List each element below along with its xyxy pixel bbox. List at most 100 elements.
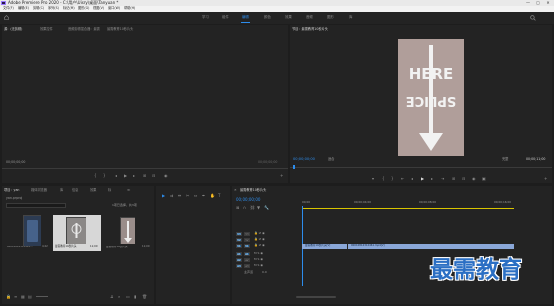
media-name[interactable]: 00010814312461... [7, 246, 37, 249]
workspace-graphics[interactable]: 图形 [327, 15, 334, 19]
source-scrubber[interactable] [2, 168, 288, 169]
step-forward-icon[interactable]: ▸ [431, 176, 433, 181]
track-header-a3[interactable]: A3 [244, 264, 250, 268]
menu-edit[interactable]: 编辑(E) [18, 6, 29, 10]
play-icon[interactable]: ▶ [124, 173, 127, 178]
nest-icon[interactable]: ⊠ [236, 205, 239, 210]
export-frame-icon[interactable]: ◉ [164, 173, 168, 178]
find-icon[interactable]: ⌕ [118, 294, 120, 299]
timeline-close-icon[interactable]: ✕ [234, 188, 237, 192]
icon-view-icon[interactable]: ▦ [21, 294, 25, 299]
settings-icon[interactable]: + [280, 173, 283, 178]
track-header-v3[interactable]: V3 [244, 232, 250, 236]
sequence-thumbnail-2[interactable] [120, 217, 135, 244]
go-to-in-icon[interactable]: ⇤ [401, 176, 404, 181]
mark-in-icon[interactable]: { [94, 173, 97, 178]
timeline-clip-v1-b[interactable]: 00010814312461.mp4[V] [348, 244, 514, 249]
menu-graphics[interactable]: 图形(G) [78, 6, 89, 10]
selection-tool-icon[interactable]: ▶ [162, 193, 165, 198]
track-target-v3[interactable]: V3 [236, 232, 242, 236]
pen-tool-icon[interactable]: ✒ [202, 193, 205, 198]
tab-sequence[interactable]: 最需教育10秒片头 [240, 188, 266, 192]
track-target-a3[interactable]: A3 [236, 264, 242, 268]
tab-effect-controls[interactable]: 效果控件 [40, 27, 53, 31]
snap-icon[interactable]: ∩ [243, 205, 246, 210]
new-item-icon[interactable]: ▮ [134, 294, 136, 299]
track-header-v2[interactable]: V2 [244, 238, 250, 242]
tab-project[interactable]: 项目：yan [4, 188, 19, 192]
camera-icon[interactable]: ◉ [472, 176, 476, 181]
fit-dropdown[interactable]: 适合 [328, 157, 334, 161]
slip-tool-icon[interactable]: ⇔ [194, 193, 197, 198]
insert-icon[interactable]: ⊞ [143, 173, 146, 178]
track-mute-solo[interactable]: M S ◉ [254, 258, 263, 261]
wrench-icon[interactable]: 🔧 [264, 205, 269, 210]
step-back-icon[interactable]: ◂ [115, 173, 117, 178]
linked-selection-icon[interactable]: ⛓ [250, 205, 255, 210]
tab-program[interactable]: 节目：最需教育10秒片头 [292, 27, 328, 31]
automate-icon[interactable]: ⇊ [110, 294, 113, 299]
tab-effects[interactable]: 效果 [90, 188, 96, 192]
comparison-icon[interactable]: ▣ [482, 176, 486, 181]
program-timecode[interactable]: 00;00;00;00 [293, 157, 315, 162]
mark-in-icon[interactable]: ▾ [372, 176, 374, 181]
master-track-value[interactable]: 0.0 [262, 271, 267, 274]
go-to-out-icon[interactable]: ⇥ [441, 176, 444, 181]
tab-audio-clip-mixer[interactable]: 音频剪辑混合器：最需 [68, 27, 100, 31]
overwrite-icon[interactable]: ⊟ [152, 173, 155, 178]
menu-marker[interactable]: 标记(M) [63, 6, 75, 10]
timeline-scrollbar[interactable] [296, 296, 336, 298]
ripple-edit-tool-icon[interactable]: ⇹ [178, 193, 181, 198]
search-icon[interactable] [530, 15, 536, 21]
lift-icon[interactable]: ⊞ [452, 176, 455, 181]
freeform-view-icon[interactable]: ▤ [28, 294, 32, 299]
timeline-clip-v1-a[interactable]: 最需教育10秒片头[V] [302, 244, 347, 249]
lock-icon[interactable]: 🔒 [6, 294, 11, 299]
razor-tool-icon[interactable]: ✂ [186, 193, 189, 198]
workspace-audio[interactable]: 音频 [306, 15, 313, 19]
track-target-v1[interactable]: V1 [236, 244, 242, 248]
menu-view[interactable]: 视图(V) [93, 6, 104, 10]
new-bin-icon[interactable]: ▭ [126, 294, 130, 299]
track-lock-icon[interactable]: 🔒 ⇄ ◉ [254, 238, 265, 241]
mark-out-bracket-icon[interactable]: } [391, 176, 394, 181]
extract-icon[interactable]: ⊟ [462, 176, 465, 181]
track-target-a1[interactable]: A1 [236, 252, 242, 256]
sequence-thumbnail[interactable] [66, 217, 86, 244]
hand-tool-icon[interactable]: ✋ [210, 193, 215, 198]
track-header-a2[interactable]: A2 [244, 258, 250, 262]
type-tool-icon[interactable]: T [218, 193, 220, 198]
workspace-color[interactable]: 颜色 [264, 15, 271, 19]
zoom-slider[interactable] [36, 296, 48, 297]
track-header-a1[interactable]: A1 [244, 252, 250, 256]
track-mute-solo[interactable]: M S ◉ [254, 252, 263, 255]
workspace-editing[interactable]: 编辑 [242, 15, 249, 19]
list-view-icon[interactable]: ≡ [14, 294, 17, 299]
button-editor-icon[interactable]: + [544, 176, 547, 181]
track-select-tool-icon[interactable]: ⇉ [170, 193, 173, 198]
sequence-name[interactable]: 最需教育10秒片头 [55, 245, 76, 249]
track-lock-icon[interactable]: 🔒 ⇄ ◉ [254, 232, 265, 235]
menu-window[interactable]: 窗口(W) [108, 6, 120, 10]
menu-file[interactable]: 文件(F) [3, 6, 14, 10]
track-target-a2[interactable]: A2 [236, 258, 242, 262]
tab-markers[interactable]: 标 [108, 188, 111, 192]
track-target-v2[interactable]: V2 [236, 238, 242, 242]
program-playhead[interactable] [293, 165, 295, 169]
tab-info[interactable]: 信息 [72, 188, 78, 192]
track-header-v1[interactable]: V1 [244, 244, 250, 248]
source-timecode-in[interactable]: 00;00;00;00 [6, 160, 25, 164]
step-forward-icon[interactable]: ▸ [133, 173, 135, 178]
mark-out-icon[interactable]: } [103, 173, 106, 178]
workspace-libraries[interactable]: 库 [349, 15, 352, 19]
menu-sequence[interactable]: 序列(S) [48, 6, 59, 10]
add-marker-icon[interactable]: ▼ [257, 205, 260, 210]
project-search-input[interactable] [6, 203, 66, 208]
tab-sequence-metadata[interactable]: 最需教育10秒片头 [107, 27, 133, 31]
tab-media-browser[interactable]: 媒体浏览器 [31, 188, 47, 192]
resolution-dropdown[interactable]: 完整 [502, 157, 508, 161]
tab-source[interactable]: 源：(无剪辑) [4, 27, 22, 31]
work-area-bar[interactable] [302, 208, 514, 209]
trash-icon[interactable]: 🗑 [142, 294, 147, 299]
track-mute-solo[interactable]: M S ◉ [254, 264, 263, 267]
